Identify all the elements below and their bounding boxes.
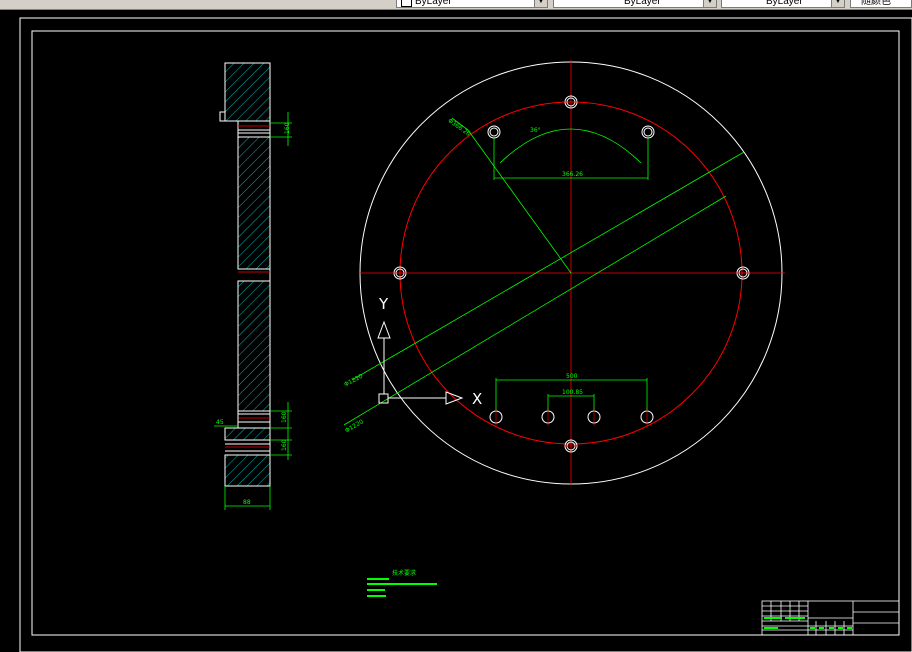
ucs-y-label: Y xyxy=(378,295,389,313)
technical-notes: 技术要求 xyxy=(367,569,437,597)
section-outline xyxy=(225,62,271,487)
notes-title: 技术要求 xyxy=(392,569,416,577)
color-combo[interactable]: ByLayer ▼ xyxy=(396,0,548,8)
title-block xyxy=(761,600,900,636)
section-view: 160 160 160 88 45 xyxy=(214,62,292,510)
notes-line xyxy=(367,589,385,591)
title-block-text xyxy=(764,617,782,619)
dim-thickness: 88 xyxy=(243,499,251,506)
linetype-combo-value: ByLayer xyxy=(624,0,661,7)
bolt-hole xyxy=(487,125,501,139)
dim-lower-a: 160 xyxy=(281,411,288,423)
dim-chord-bottom-outer: 500 xyxy=(566,373,578,380)
color-combo-value: ByLayer xyxy=(415,0,452,7)
dim-lower-b: 160 xyxy=(281,439,288,451)
dim-dia-a: Φ1220 xyxy=(343,373,364,389)
chevron-down-icon[interactable]: ▼ xyxy=(831,0,844,7)
notes-line xyxy=(367,583,437,585)
plan-view: Φ366.26 36° 366.26 500 100.85 Φ1220 Φ122… xyxy=(343,60,785,485)
section-hatch-upper xyxy=(237,136,271,270)
dim-chord-bottom-inner: 100.85 xyxy=(562,389,583,396)
drawing-frame xyxy=(31,30,900,636)
color-swatch-icon xyxy=(401,0,412,7)
linetype-combo[interactable]: ByLayer ▼ xyxy=(553,0,717,8)
title-block-text xyxy=(829,627,834,629)
dim-left: 45 xyxy=(216,419,224,426)
sheet-border xyxy=(19,17,912,652)
section-hatch-lower xyxy=(237,280,271,412)
title-block-text xyxy=(764,627,778,629)
ucs-x-label: X xyxy=(472,390,482,408)
drawing-canvas[interactable]: 160 160 160 88 45 Φ366.26 36° 366.26 500… xyxy=(0,9,912,652)
dim-pcd-top: Φ366.26 xyxy=(446,117,471,138)
section-hatch-bottom xyxy=(224,454,271,487)
dim-dia-b: Φ1220 xyxy=(344,418,365,434)
notes-line xyxy=(367,595,386,597)
dim-upper: 160 xyxy=(284,122,291,134)
title-block-text xyxy=(847,627,852,629)
title-block-text xyxy=(785,617,805,619)
section-hatch-top xyxy=(224,62,271,122)
dim-angle: 36° xyxy=(530,127,541,134)
chevron-down-icon[interactable]: ▼ xyxy=(534,0,547,7)
notes-line xyxy=(367,578,389,580)
chevron-down-icon[interactable]: ▼ xyxy=(703,0,716,7)
dim-chord-top: 366.26 xyxy=(562,171,583,178)
bolt-hole xyxy=(641,125,655,139)
section-hatch-step xyxy=(224,427,271,441)
plotstyle-combo[interactable]: 随颜色 xyxy=(850,0,912,8)
title-block-text xyxy=(810,627,815,629)
lineweight-combo-value: ByLayer xyxy=(766,0,803,7)
title-block-text xyxy=(819,627,824,629)
plotstyle-combo-value: 随颜色 xyxy=(861,0,891,7)
title-block-text xyxy=(838,627,843,629)
lineweight-combo[interactable]: ByLayer ▼ xyxy=(721,0,845,8)
